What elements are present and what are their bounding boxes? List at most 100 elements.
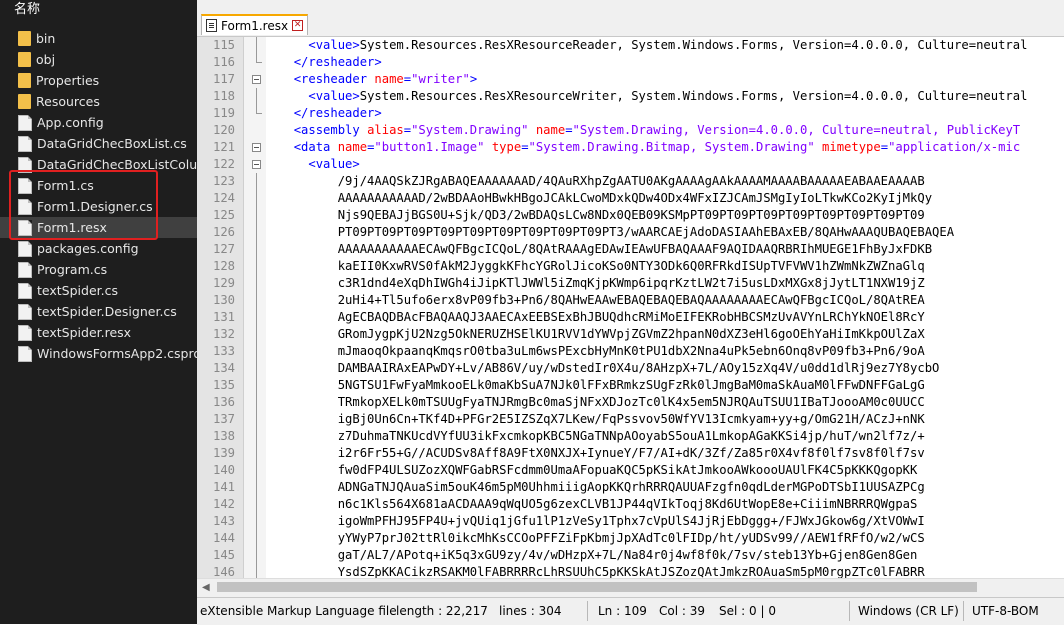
- fold-end-marker: [256, 54, 262, 63]
- line-number: 133: [212, 344, 235, 358]
- file-item[interactable]: Resources: [0, 91, 197, 112]
- file-item[interactable]: textSpider.Designer.cs: [0, 301, 197, 322]
- code-line: 117 <resheader name="writer">: [197, 71, 1064, 88]
- code-text: c3R1dnd4eXqDhIWGh4iJipKTlJWWl5iZmqKjpKWm…: [279, 275, 925, 292]
- fold-guide: [256, 88, 257, 105]
- file-icon: [18, 324, 32, 341]
- code-token: <resheader: [293, 72, 375, 86]
- file-item[interactable]: WindowsFormsApp2.csproj: [0, 343, 197, 364]
- fold-guide: [256, 428, 257, 445]
- code-text: AgECBAQDBAcFBAQAAQJ3AAECAxEEBSExBhJBUQdh…: [279, 309, 925, 326]
- file-item[interactable]: Form1.resx: [0, 217, 197, 238]
- scroll-left-icon[interactable]: ◀: [202, 582, 210, 593]
- code-text: n6c1Kls564X681aACDAAA9qWqUO5g6zexCLVB1JP…: [279, 496, 918, 513]
- code-line: 145 gaT/AL7/APotq+iK5q3xGU9zy/4v/wDHzpX+…: [197, 547, 1064, 564]
- code-text: gaT/AL7/APotq+iK5q3xGU9zy/4v/wDHzpX+7L/N…: [279, 547, 918, 564]
- close-icon[interactable]: ✕: [292, 20, 304, 31]
- code-line: 129 c3R1dnd4eXqDhIWGh4iJipKTlJWWl5iZmqKj…: [197, 275, 1064, 292]
- fold-collapse-icon[interactable]: [252, 143, 261, 152]
- fold-guide: [256, 564, 257, 578]
- file-icon: [18, 114, 32, 131]
- file-name: DataGridChecBoxListColumn.cs: [37, 157, 197, 172]
- file-item[interactable]: Program.cs: [0, 259, 197, 280]
- horizontal-scrollbar[interactable]: ◀: [197, 578, 1064, 596]
- code-token: 5NGTSU1FwFyaMmkooELk0maKbSuA7NJk0lFFxBRm…: [279, 378, 925, 392]
- status-encoding: UTF-8-BOM: [972, 604, 1039, 618]
- file-item[interactable]: textSpider.resx: [0, 322, 197, 343]
- file-item[interactable]: Form1.Designer.cs: [0, 196, 197, 217]
- status-separator: [849, 601, 850, 621]
- fold-guide: [256, 258, 257, 275]
- file-item[interactable]: DataGridChecBoxList.cs: [0, 133, 197, 154]
- fold-guide: [256, 326, 257, 343]
- fold-guide: [256, 190, 257, 207]
- code-token: <value>: [308, 157, 360, 171]
- tab-form1-resx[interactable]: Form1.resx ✕: [201, 14, 309, 35]
- fold-collapse-icon[interactable]: [252, 160, 261, 169]
- line-number: 144: [212, 531, 235, 545]
- line-number: 137: [212, 412, 235, 426]
- line-number: 126: [212, 225, 235, 239]
- code-token: gaT/AL7/APotq+iK5q3xGU9zy/4v/wDHzpX+7L/N…: [279, 548, 918, 562]
- line-number: 123: [212, 174, 235, 188]
- file-item[interactable]: App.config: [0, 112, 197, 133]
- code-line: 143 igoWmPFHJ95FP4U+jvQUiq1jGfu1lP1zVeSy…: [197, 513, 1064, 530]
- code-text: <data name="button1.Image" type="System.…: [279, 139, 1020, 156]
- line-number: 125: [212, 208, 235, 222]
- code-text: fw0dFP4ULSUZozXQWFGabRSFcdmm0UmaAFopuaKQ…: [279, 462, 918, 479]
- code-line: 131 AgECBAQDBAcFBAQAAQJ3AAECAxEEBSExBhJB…: [197, 309, 1064, 326]
- file-item[interactable]: bin: [0, 28, 197, 49]
- code-token: AAAAAAAAAAAECAwQFBgcICQoL/8QAtRAAAgEDAwI…: [279, 242, 933, 256]
- code-token: /9j/4AAQSkZJRgABAQEAAAAAAAD/4QAuRXhpZgAA…: [279, 174, 925, 188]
- file-item[interactable]: obj: [0, 49, 197, 70]
- file-item[interactable]: packages.config: [0, 238, 197, 259]
- code-line: 134 DAMBAAIRAxEAPwDY+Lv/AB86V/uy/wDstedI…: [197, 360, 1064, 377]
- file-icon: [18, 135, 32, 152]
- line-number: 117: [212, 72, 235, 86]
- fold-guide: [256, 292, 257, 309]
- fold-end-marker: [256, 105, 262, 114]
- code-token: PT09PT09PT09PT09PT09PT09PT09PT09PT09PT3/…: [279, 225, 955, 239]
- fold-collapse-icon[interactable]: [252, 75, 261, 84]
- code-token: mimetype: [822, 140, 881, 154]
- code-line: 121 <data name="button1.Image" type="Sys…: [197, 139, 1064, 156]
- file-item[interactable]: DataGridChecBoxListColumn.cs: [0, 154, 197, 175]
- code-line: 123 /9j/4AAQSkZJRgABAQEAAAAAAAD/4QAuRXhp…: [197, 173, 1064, 190]
- code-line: 122 <value>: [197, 156, 1064, 173]
- code-token: <assembly: [293, 123, 368, 137]
- status-separator: [963, 601, 964, 621]
- code-line: 126 PT09PT09PT09PT09PT09PT09PT09PT09PT09…: [197, 224, 1064, 241]
- file-item[interactable]: Properties: [0, 70, 197, 91]
- code-text: <value>System.Resources.ResXResourceWrit…: [279, 88, 1027, 105]
- code-line: 118 <value>System.Resources.ResXResource…: [197, 88, 1064, 105]
- scrollbar-thumb[interactable]: [217, 582, 977, 592]
- code-token: c3R1dnd4eXqDhIWGh4iJipKTlJWWl5iZmqKjpKWm…: [279, 276, 925, 290]
- file-item[interactable]: Form1.cs: [0, 175, 197, 196]
- folder-icon: [18, 94, 31, 109]
- code-lines: 115 <value>System.Resources.ResXResource…: [197, 37, 1064, 578]
- status-lines: lines : 304: [499, 604, 562, 618]
- fold-guide: [256, 224, 257, 241]
- file-item[interactable]: textSpider.cs: [0, 280, 197, 301]
- code-text: AAAAAAAAAAAD/2wBDAAoHBwkHBgoJCAkLCwoMDxk…: [279, 190, 932, 207]
- code-editor[interactable]: 115 <value>System.Resources.ResXResource…: [197, 37, 1064, 578]
- code-text: z7DuhmaTNKUcdVYfUU3ikFxcmkopKBC5NGaTNNpA…: [279, 428, 925, 445]
- column-header-name[interactable]: 名称: [0, 0, 197, 22]
- fold-guide: [256, 360, 257, 377]
- code-token: =: [521, 140, 529, 154]
- file-icon: [18, 177, 32, 194]
- status-eol: Windows (CR LF): [858, 604, 959, 618]
- code-line: 140 fw0dFP4ULSUZozXQWFGabRSFcdmm0UmaAFop…: [197, 462, 1064, 479]
- fold-guide: [256, 394, 257, 411]
- status-separator: [587, 601, 588, 621]
- code-line: 138 z7DuhmaTNKUcdVYfUU3ikFxcmkopKBC5NGaT…: [197, 428, 1064, 445]
- fold-guide: [256, 445, 257, 462]
- line-number: 142: [212, 497, 235, 511]
- fold-guide: [256, 207, 257, 224]
- code-token: <value>: [308, 89, 360, 103]
- fold-guide: [256, 309, 257, 326]
- code-text: Njs9QEBAJjBGS0U+Sjk/QD3/2wBDAQsLCw8NDx0Q…: [279, 207, 925, 224]
